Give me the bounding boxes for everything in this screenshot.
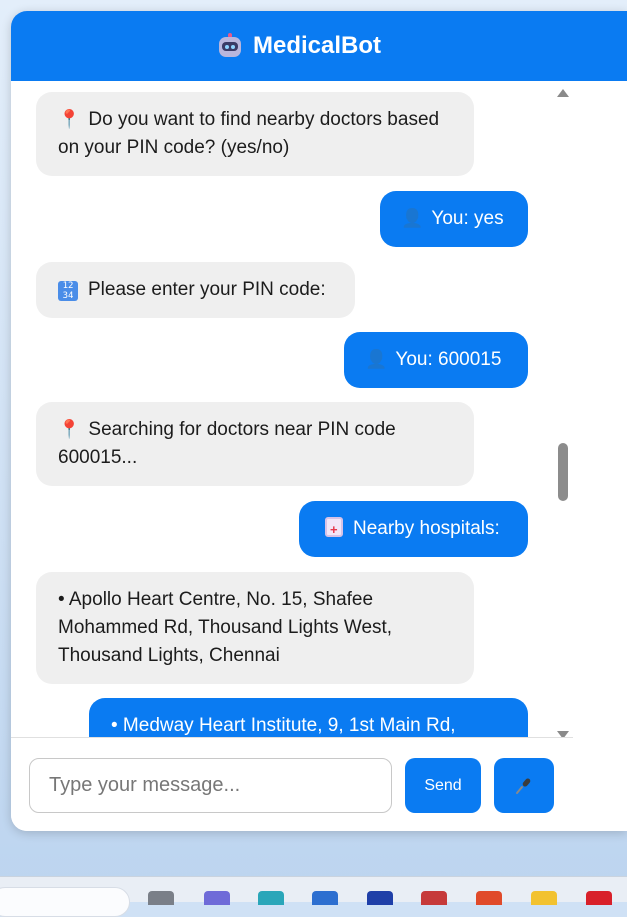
microphone-icon	[516, 777, 531, 794]
taskbar-search[interactable]	[0, 887, 130, 917]
robot-icon	[217, 33, 243, 59]
send-button[interactable]: Send	[405, 758, 481, 813]
message-text: Please enter your PIN code:	[88, 279, 326, 300]
chat-side-area	[573, 81, 627, 831]
input-numbers-icon: 12 34	[58, 281, 78, 301]
message-text: • Medway Heart Institute, 9, 1st Main Rd…	[111, 715, 456, 736]
taskbar	[0, 876, 627, 917]
bust-in-silhouette-icon: 👤	[365, 349, 388, 370]
message-text: You: 600015	[395, 349, 502, 370]
scroll-up-arrow-icon[interactable]	[557, 89, 569, 97]
user-message: Nearby hospitals:	[299, 501, 528, 557]
bust-in-silhouette-icon: 👤	[401, 208, 424, 229]
round-pushpin-icon: 📍	[58, 109, 81, 130]
chat-window: MedicalBot 📍 Do you want to find nearby d…	[11, 11, 627, 831]
round-pushpin-icon: 📍	[58, 419, 81, 440]
folder-icon[interactable]	[531, 891, 557, 905]
user-message: 👤 You: 600015	[344, 332, 528, 388]
user-message: 👤 You: yes	[380, 191, 528, 247]
copilot-icon[interactable]	[204, 891, 230, 905]
message-text: Searching for doctors near PIN code 6000…	[58, 419, 396, 468]
store-icon[interactable]	[312, 891, 338, 905]
app-red-icon[interactable]	[586, 891, 612, 905]
chat-scrollbar[interactable]	[556, 89, 570, 739]
brave-icon[interactable]	[476, 891, 502, 905]
edge-icon[interactable]	[258, 891, 284, 905]
file-explorer-icon[interactable]	[148, 891, 174, 905]
bot-message: 12 34 Please enter your PIN code:	[36, 262, 355, 318]
message-text: You: yes	[431, 208, 504, 229]
bot-message: 📍 Do you want to find nearby doctors base…	[36, 92, 474, 176]
scroll-thumb[interactable]	[558, 443, 568, 501]
chat-header: MedicalBot	[11, 11, 627, 81]
mic-button[interactable]	[494, 758, 554, 813]
app-icon[interactable]	[367, 891, 393, 905]
message-text: Nearby hospitals:	[353, 518, 500, 539]
chat-title: MedicalBot	[252, 32, 381, 59]
message-text: • Apollo Heart Centre, No. 15, Shafee Mo…	[58, 589, 393, 666]
bot-message: • Apollo Heart Centre, No. 15, Shafee Mo…	[36, 572, 474, 684]
message-input[interactable]	[29, 758, 392, 813]
mail-icon[interactable]	[421, 891, 447, 905]
bot-message: 📍 Searching for doctors near PIN code 600…	[36, 402, 474, 486]
hospital-icon	[325, 516, 343, 544]
chat-messages[interactable]: 📍 Do you want to find nearby doctors base…	[11, 81, 573, 737]
user-message: • Medway Heart Institute, 9, 1st Main Rd…	[89, 698, 528, 737]
chat-input-bar: Send	[11, 737, 573, 831]
message-text: Do you want to find nearby doctors based…	[58, 109, 440, 158]
